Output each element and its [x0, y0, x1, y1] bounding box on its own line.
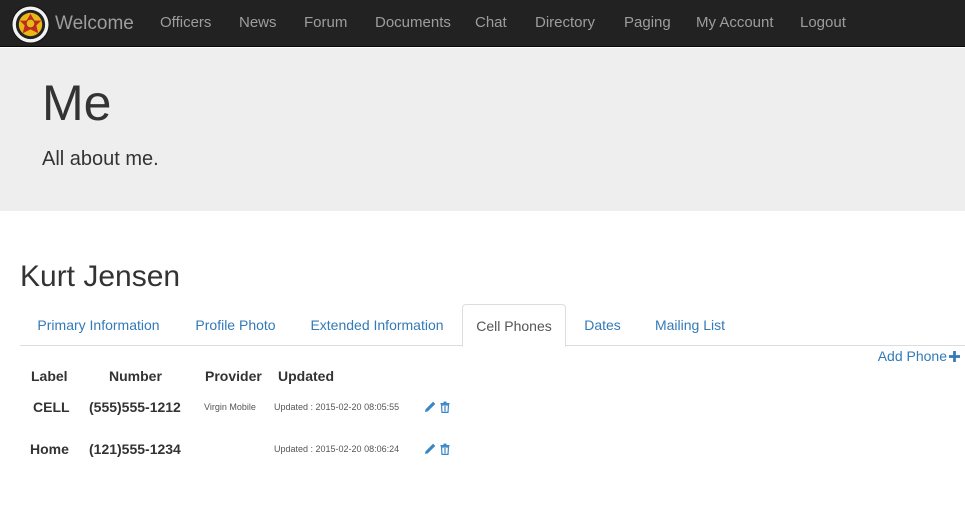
nav-news[interactable]: News: [239, 14, 277, 31]
header-number: Number: [109, 368, 162, 384]
header-updated: Updated: [278, 368, 334, 384]
pencil-icon[interactable]: [424, 443, 436, 455]
top-navbar: Welcome Officers News Forum Documents Ch…: [0, 0, 965, 47]
tab-cell-phones[interactable]: Cell Phones: [462, 304, 566, 347]
tab-mailing-list[interactable]: Mailing List: [640, 304, 740, 346]
header-label: Label: [31, 368, 68, 384]
nav-directory[interactable]: Directory: [535, 14, 595, 31]
pencil-icon[interactable]: [424, 401, 436, 413]
brand-title: Welcome: [55, 13, 134, 34]
row-updated: Updated : 2015-02-20 08:06:24: [274, 444, 400, 454]
nav-logout[interactable]: Logout: [800, 14, 846, 31]
tab-extended-information[interactable]: Extended Information: [294, 304, 460, 346]
nav-chat[interactable]: Chat: [475, 14, 507, 31]
fire-department-logo-icon: [11, 4, 50, 44]
row-label: CELL: [33, 399, 70, 415]
add-phone-label: Add Phone: [877, 348, 947, 364]
row-number: (555)555-1212: [89, 399, 181, 415]
row-updated: Updated : 2015-02-20 08:05:55: [274, 402, 400, 412]
tab-dates[interactable]: Dates: [570, 304, 635, 346]
row-label: Home: [30, 441, 69, 457]
header-provider: Provider: [205, 368, 262, 384]
row-number: (121)555-1234: [89, 441, 181, 457]
tab-primary-information[interactable]: Primary Information: [20, 304, 177, 346]
row-provider: Virgin Mobile: [204, 402, 256, 412]
nav-forum[interactable]: Forum: [304, 14, 347, 31]
nav-my-account[interactable]: My Account: [696, 14, 774, 31]
add-phone-button[interactable]: Add Phone: [878, 348, 960, 364]
brand[interactable]: Welcome: [11, 4, 134, 44]
trash-icon[interactable]: [439, 401, 451, 413]
nav-officers[interactable]: Officers: [160, 14, 211, 31]
plus-icon: [949, 350, 960, 362]
jumbotron: Me All about me.: [0, 48, 965, 211]
nav-paging[interactable]: Paging: [624, 14, 671, 31]
tab-profile-photo[interactable]: Profile Photo: [179, 304, 292, 346]
trash-icon[interactable]: [439, 443, 451, 455]
profile-tabs: Primary Information Profile Photo Extend…: [20, 304, 965, 347]
nav-documents[interactable]: Documents: [375, 14, 451, 31]
page-title: Me: [42, 75, 112, 131]
user-name-heading: Kurt Jensen: [20, 260, 181, 293]
page-subtitle: All about me.: [42, 148, 159, 170]
